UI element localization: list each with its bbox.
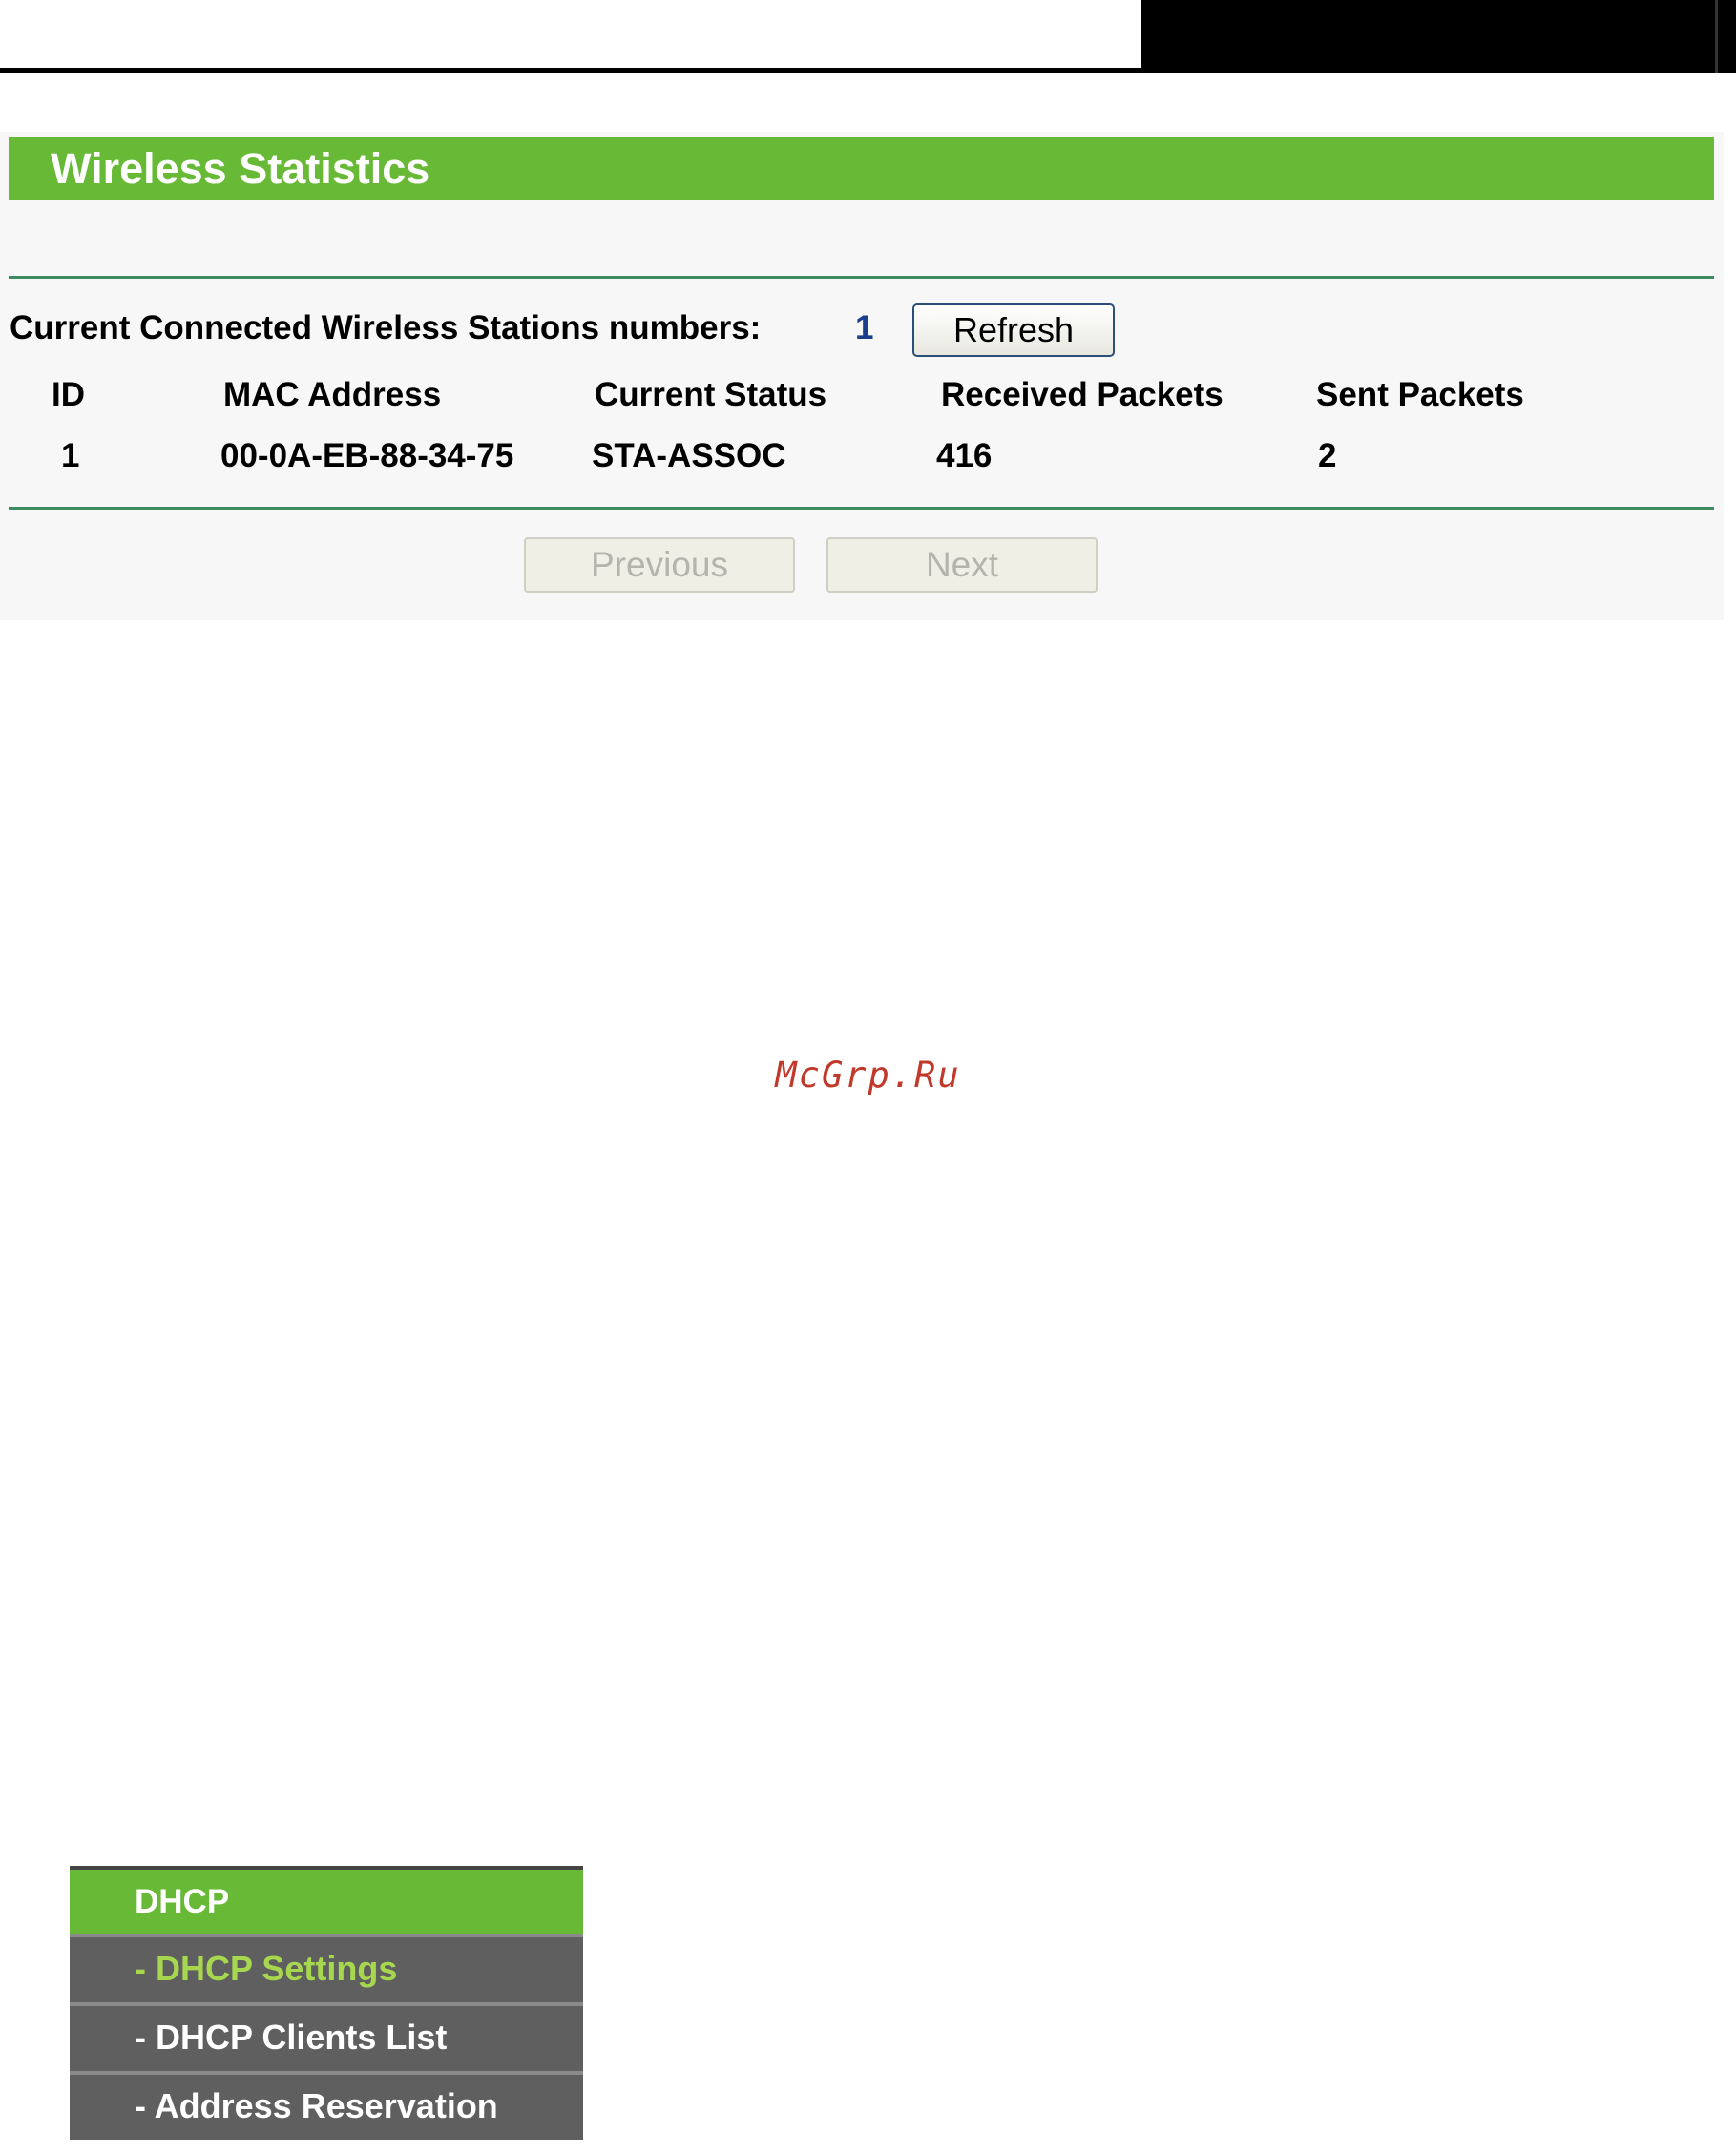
column-header-mac-address: MAC Address — [223, 376, 442, 413]
refresh-button[interactable]: Refresh — [912, 303, 1115, 357]
cell-mac-address: 00-0A-EB-88-34-75 — [220, 437, 514, 474]
menu-item-address-reservation[interactable]: - Address Reservation — [70, 2071, 583, 2140]
divider-bottom — [9, 507, 1714, 510]
dhcp-menu: DHCP - DHCP Settings - DHCP Clients List… — [70, 1866, 583, 2140]
menu-header-dhcp[interactable]: DHCP — [70, 1866, 583, 1934]
cell-id: 1 — [61, 437, 80, 474]
divider-top — [9, 276, 1714, 279]
connected-stations-label: Current Connected Wireless Stations numb… — [10, 309, 762, 346]
column-header-received-packets: Received Packets — [941, 376, 1224, 413]
cell-received-packets: 416 — [936, 437, 993, 474]
watermark-text: McGrp.Ru — [775, 1055, 961, 1096]
top-strip — [0, 0, 1736, 76]
top-strip-edge — [1715, 0, 1736, 73]
wireless-statistics-panel: Wireless Statistics Current Connected Wi… — [0, 132, 1724, 620]
menu-item-dhcp-settings[interactable]: - DHCP Settings — [70, 1934, 583, 2002]
column-header-sent-packets: Sent Packets — [1316, 376, 1524, 413]
panel-title: Wireless Statistics — [9, 137, 1714, 200]
top-strip-white — [0, 0, 1141, 73]
menu-item-dhcp-clients-list[interactable]: - DHCP Clients List — [70, 2002, 583, 2071]
column-header-current-status: Current Status — [595, 376, 827, 413]
column-header-id: ID — [52, 376, 85, 413]
connected-stations-count: 1 — [855, 309, 874, 346]
top-strip-black — [1141, 0, 1715, 73]
cell-current-status: STA-ASSOC — [592, 437, 786, 474]
previous-button[interactable]: Previous — [524, 537, 795, 593]
cell-sent-packets: 2 — [1318, 437, 1337, 474]
next-button[interactable]: Next — [826, 537, 1098, 593]
